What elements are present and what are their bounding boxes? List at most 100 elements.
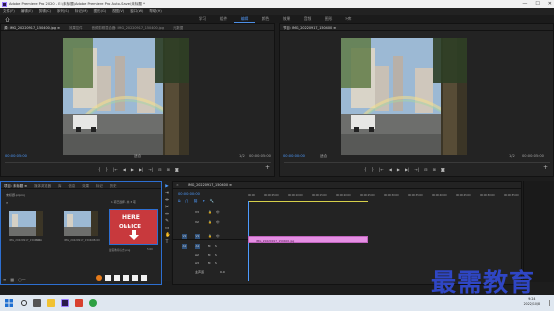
tab-source[interactable]: 源: IMG_20220917_150400.jpg ≡ [4,25,60,30]
track-eye-icon[interactable]: 👁 [216,210,220,214]
razor-tool-icon[interactable]: ✂ [165,205,169,210]
maximize-button[interactable]: ☐ [535,0,539,8]
system-clock[interactable]: 9:24 2022/10/8 [524,297,540,307]
source-timecode[interactable]: 00:00:05:00 [5,154,27,158]
step-forward-button[interactable]: ▶| [405,167,409,172]
export-frame-button[interactable]: ◙ [175,167,179,172]
tab-markers[interactable]: 标记 [96,183,103,188]
work-area-bar[interactable] [248,201,368,202]
track-lock-icon[interactable]: 🔒 [208,210,212,214]
tab-history[interactable]: 历史 [110,183,117,188]
extract-button[interactable]: ⊞ [432,167,435,172]
linked-selection-icon[interactable]: ⛓ [193,199,197,203]
ime-voice-icon[interactable] [123,275,129,281]
solo-button[interactable]: S [215,261,217,265]
go-to-out-button[interactable]: →| [414,167,419,172]
mark-in-button[interactable]: { [364,167,367,172]
slip-tool-icon[interactable]: ↔ [165,212,169,217]
workspace-more-button[interactable]: » [345,15,348,23]
mute-button[interactable]: M [208,253,210,257]
track-eye-icon[interactable]: 👁 [216,234,220,238]
track-select-tool-icon[interactable]: ⇥ [165,191,169,196]
add-marker-icon[interactable]: ▾ [203,199,205,203]
premiere-taskbar-icon[interactable] [61,299,69,307]
workspace-tab-learn[interactable]: 学习 [192,15,213,23]
taskbar-search-icon[interactable] [21,300,27,306]
program-scrubber[interactable] [284,162,550,163]
overwrite-button[interactable]: ⊞ [166,167,169,172]
workspace-tab-graphics[interactable]: 图形 [318,15,339,23]
tab-audio-clip-mixer[interactable]: 音频剪辑混合器: IMG_20220917_150400.jpg [92,25,164,30]
mark-out-button[interactable]: } [106,167,109,172]
menu-help[interactable]: 帮助(H) [149,9,161,14]
project-item-thumbnail[interactable] [64,211,98,236]
tab-metadata[interactable]: 元数据 [173,25,183,30]
menu-graphics[interactable]: 图形(G) [94,9,106,14]
timeline-timecode[interactable]: 00:00:00:00 [178,192,200,196]
tab-program[interactable]: 节目: IMG_20220917_150400 ≡ [283,25,336,30]
step-forward-button[interactable]: ▶| [139,167,143,172]
track-eye-icon[interactable]: 👁 [216,220,220,224]
tab-libraries[interactable]: 库 [58,183,61,188]
mute-button[interactable]: M [208,261,210,265]
mark-out-button[interactable]: } [372,167,375,172]
menu-window[interactable]: 窗口(W) [130,9,143,14]
ime-mode-icon[interactable] [105,275,111,281]
tab-effects[interactable]: 效果 [82,183,89,188]
track-label-a1[interactable]: A1 [195,244,200,249]
project-item-thumbnail[interactable] [9,211,43,236]
tab-media-browser[interactable]: 媒体浏览器 [34,183,51,188]
workspace-tab-audio[interactable]: 音频 [297,15,318,23]
step-back-button[interactable]: ◀ [389,167,392,172]
workspace-tab-color[interactable]: 颜色 [255,15,276,23]
tab-info[interactable]: 信息 [68,183,75,188]
project-item-thumbnail-selected[interactable]: HERE OFFICE [109,209,158,245]
go-to-in-button[interactable]: |← [379,167,384,172]
type-tool-icon[interactable]: T [165,240,169,245]
ime-keyboard-icon[interactable] [132,275,138,281]
lift-button[interactable]: ⊟ [424,167,427,172]
app-taskbar-icon[interactable] [75,299,83,307]
snap-icon[interactable]: ⋂ [186,199,189,203]
source-fit-dropdown[interactable]: 适合 [134,154,141,159]
workspace-tab-libraries[interactable]: 库 [339,15,360,23]
insert-button[interactable]: ⊟ [158,167,161,172]
zoom-slider[interactable]: ○— [18,277,26,283]
mark-in-button[interactable]: { [98,167,101,172]
pen-tool-icon[interactable]: ✎ [165,219,169,224]
workspace-tab-assembly[interactable]: 组件 [213,15,234,23]
export-frame-button[interactable]: ◙ [441,167,445,172]
tab-project[interactable]: 项目: 未标题 ≡ [4,183,27,188]
go-to-out-button[interactable]: →| [148,167,153,172]
nest-toggle-icon[interactable]: ⧉ [178,199,181,203]
workspace-tab-effects[interactable]: 效果 [276,15,297,23]
timeline-clip[interactable]: IMG_20220917_150400.jpg [248,236,368,243]
rectangle-tool-icon[interactable]: ▭ [165,226,169,231]
track-target-a1[interactable]: A1 [182,244,187,249]
icon-view-icon[interactable]: ▦ [10,277,14,283]
menu-edit[interactable]: 编辑(E) [21,9,33,14]
timeline-settings-icon[interactable]: 🔧 [210,199,214,203]
ime-emoji-icon[interactable] [114,275,120,281]
time-ruler[interactable]: 00:00 00:00:05:00 00:00:10:00 00:00:15:0… [248,193,519,203]
play-button[interactable]: ▶ [131,167,134,172]
menu-view[interactable]: 视图(V) [112,9,124,14]
tab-effect-controls[interactable]: 效果控件 [69,25,83,30]
source-add-button-icon[interactable]: + [265,164,270,171]
solo-button[interactable]: S [215,253,217,257]
ime-logo-icon[interactable] [96,275,102,281]
ripple-edit-tool-icon[interactable]: ⇹ [165,198,169,203]
selection-tool-icon[interactable]: ▶ [165,184,169,189]
minimize-button[interactable]: — [522,0,527,8]
play-button[interactable]: ▶ [397,167,400,172]
ime-settings-icon[interactable] [141,275,147,281]
windows-start-icon[interactable] [5,299,13,307]
menu-file[interactable]: 文件(F) [3,9,15,14]
program-timecode[interactable]: 00:00:00:00 [283,154,305,158]
track-lock-icon[interactable]: 🔒 [208,220,212,224]
menu-marker[interactable]: 标记(M) [75,9,88,14]
program-fit-dropdown[interactable]: 适合 [320,154,327,159]
tab-timeline-sequence[interactable]: IMG_20220917_150400 ≡ [188,183,232,187]
step-back-button[interactable]: ◀ [123,167,126,172]
hand-tool-icon[interactable]: ✋ [165,233,171,238]
